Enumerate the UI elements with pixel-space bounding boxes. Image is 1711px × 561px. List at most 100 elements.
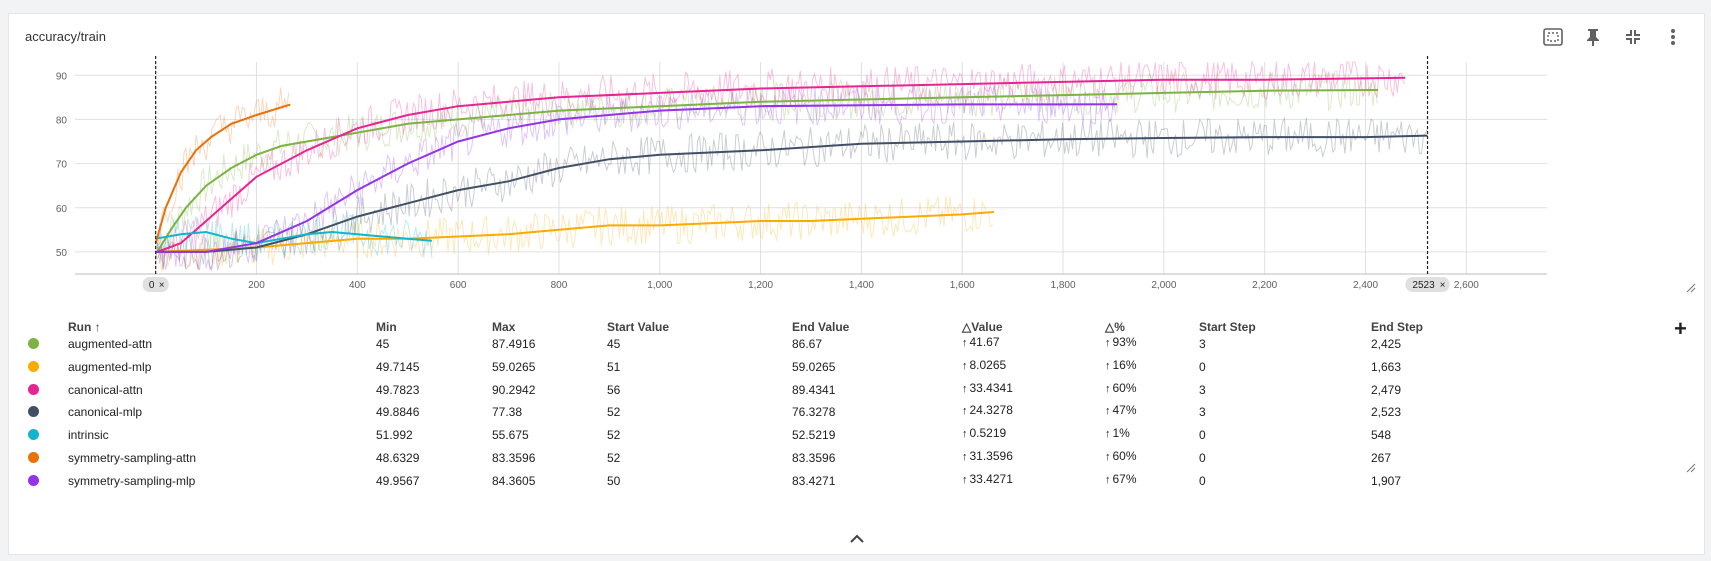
run-color-dot[interactable] [28,429,39,441]
cell-value: 60% [1112,380,1137,395]
cell-run: intrinsic [68,428,109,443]
run-color-dot[interactable] [28,474,39,486]
run-color-dot[interactable] [28,406,39,418]
table-row[interactable]: symmetry-sampling-attn 48.6329 83.3596 52 83… [9,449,1704,473]
cell-run: augmented-attn [68,337,153,351]
x-tick-label: 1,200 [748,280,773,291]
cell-start-step: 0 [1199,428,1206,443]
range-marker-pill[interactable] [142,277,169,292]
table-row[interactable]: canonical-attn 49.7823 90.2942 56 89.4341 ↑ 33… [9,381,1704,405]
cell-end-step: 2,523 [1371,405,1402,420]
table-row[interactable]: augmented-attn 45 87.4916 45 86.67 ↑ 41.67 ↑ 93%… [9,335,1704,359]
cell-start-step: 0 [1199,359,1206,374]
table-row[interactable]: symmetry-sampling-mlp 49.9567 84.3605 50 83.… [9,472,1704,496]
cell-end-step: 548 [1371,428,1392,443]
scalar-card: accuracy/train 50 60 70 80 90 200 400 600 800 1,0… [8,13,1705,555]
up-arrow-icon: ↑ [962,337,968,349]
cell-value: 33.4341 [969,380,1013,395]
cell-end-value: 86.67 [792,337,823,351]
cell-start-step: 3 [1199,337,1206,351]
fit-domain-icon[interactable] [1540,24,1566,50]
header-start-value[interactable]: Start Value [607,320,669,334]
cell-min: 48.6329 [376,451,420,465]
collapse-icon[interactable] [1620,24,1646,50]
cell-min: 45 [376,337,390,351]
pin-icon[interactable] [1580,24,1606,50]
cell-delta-value: ↑ 0.5219 [962,426,1006,441]
cell-run: augmented-mlp [68,359,152,374]
cell-value: 47% [1112,403,1137,418]
cell-max: 87.4916 [492,337,536,351]
header-delta-value[interactable]: △Value [962,320,1003,334]
cell-end-value: 89.4341 [792,382,836,397]
line-chart[interactable]: 50 60 70 80 90 200 400 600 800 1,000 1,200 1,400 1,6… [9,54,1704,316]
cell-delta-pct: ↑ 93% [1105,335,1137,350]
more-vert-icon[interactable] [1660,24,1686,50]
up-arrow-icon: ↑ [962,382,968,395]
cell-delta-pct: ↑ 60% [1105,381,1137,396]
cell-start-value: 52 [607,405,621,420]
up-arrow-icon: ↑ [962,428,968,441]
cell-end-value: 76.3278 [792,405,836,420]
cell-start-step: 3 [1199,405,1206,420]
up-arrow-icon: ↑ [962,359,968,372]
header-max[interactable]: Max [492,320,515,334]
cell-end-step: 2,479 [1371,382,1402,397]
run-color-dot[interactable] [28,360,39,372]
cell-run: canonical-attn [68,382,143,397]
x-tick-label: 1,000 [647,280,672,291]
x-tick-label: 2,200 [1252,280,1277,291]
cell-delta-pct: ↑ 1% [1105,426,1130,441]
header-min[interactable]: Min [376,320,397,334]
cell-run: symmetry-sampling-mlp [68,473,196,488]
range-marker-close-icon[interactable]: × [159,280,165,291]
up-arrow-icon: ↑ [1105,405,1111,418]
run-color-dot[interactable] [28,383,39,395]
x-tick-label: 1,400 [849,280,874,291]
cell-max: 59.0265 [492,359,536,374]
table-row[interactable]: intrinsic 51.992 55.675 52 52.5219 ↑ 0.5219 ↑ 1%… [9,426,1704,450]
x-tick-label: 1,800 [1051,280,1076,291]
cell-start-value: 50 [607,473,621,488]
cell-start-value: 52 [607,451,621,465]
cell-min: 49.7823 [376,382,420,397]
cell-value: 93% [1112,335,1137,349]
table-row[interactable]: canonical-mlp 49.8846 77.38 52 76.3278 ↑ 24.32… [9,403,1704,427]
header-run[interactable]: Run ↑ [68,320,101,334]
x-tick-label: 200 [248,280,265,291]
table-resize-icon[interactable] [1686,460,1696,473]
cell-value: 1% [1112,426,1130,441]
y-tick-label: 80 [56,115,68,126]
cell-delta-value: ↑ 33.4341 [962,381,1013,396]
up-arrow-icon: ↑ [962,451,968,463]
x-tick-label: 2,400 [1353,280,1378,291]
cell-value: 41.67 [969,335,1000,349]
cell-end-value: 83.3596 [792,451,836,465]
up-arrow-icon: ↑ [962,473,968,486]
cell-start-step: 0 [1199,451,1206,465]
series-line[interactable] [156,89,1379,253]
cell-delta-value: ↑ 41.67 [962,335,1000,350]
header-end-step[interactable]: End Step [1371,320,1423,334]
cell-start-value: 52 [607,428,621,443]
header-delta-pct[interactable]: △% [1105,320,1125,334]
x-tick-label: 2,600 [1454,280,1479,291]
cell-value: 31.3596 [969,449,1013,463]
range-marker-close-icon[interactable]: × [1440,280,1446,291]
cell-delta-pct: ↑ 16% [1105,358,1137,373]
run-color-dot[interactable] [28,338,39,349]
cell-end-step: 267 [1371,451,1392,465]
x-tick-label: 2,000 [1151,280,1176,291]
x-tick-label: 600 [450,280,467,291]
chart-resize-icon[interactable] [1686,280,1696,293]
cell-end-value: 83.4271 [792,473,836,488]
header-end-value[interactable]: End Value [792,320,849,334]
run-color-dot[interactable] [28,452,39,463]
y-tick-label: 60 [56,204,68,215]
cell-run: symmetry-sampling-attn [68,451,197,465]
collapse-table-icon[interactable] [849,531,865,549]
table-row[interactable]: augmented-mlp 49.7145 59.0265 51 59.0265 ↑ 8.0… [9,358,1704,382]
header-start-step[interactable]: Start Step [1199,320,1256,334]
cell-min: 49.7145 [376,359,420,374]
x-tick-label: 1,600 [950,280,975,291]
